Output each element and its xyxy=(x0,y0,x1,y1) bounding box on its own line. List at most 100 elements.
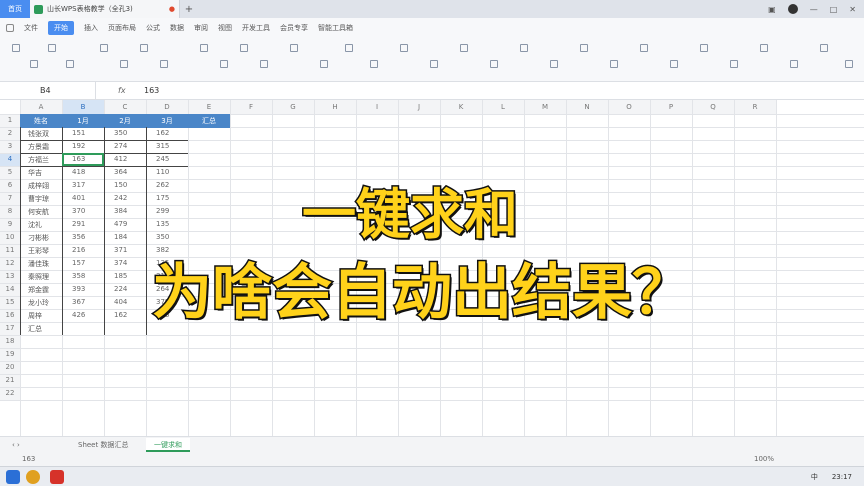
toolbar-icon[interactable] xyxy=(160,60,168,68)
value-cell[interactable]: 412 xyxy=(114,155,146,163)
toolbar-icon[interactable] xyxy=(30,60,38,68)
row-header-21[interactable]: 21 xyxy=(0,374,20,387)
row-header-2[interactable]: 2 xyxy=(0,127,20,140)
row-header-16[interactable]: 16 xyxy=(0,309,20,322)
value-cell[interactable]: 162 xyxy=(156,129,188,137)
row-header-8[interactable]: 8 xyxy=(0,205,20,218)
name-cell[interactable]: 汇总 xyxy=(28,324,60,334)
value-cell[interactable]: 404 xyxy=(114,298,146,306)
column-header-D[interactable]: D xyxy=(146,100,188,114)
value-cell[interactable]: 245 xyxy=(156,155,188,163)
table-header-cell[interactable]: 汇总 xyxy=(188,114,230,128)
toolbar-icon[interactable] xyxy=(345,44,353,52)
value-cell[interactable]: 192 xyxy=(72,142,104,150)
column-header-L[interactable]: L xyxy=(482,100,524,114)
value-cell[interactable]: 418 xyxy=(72,168,104,176)
sheet-tab-summary[interactable]: Sheet 数据汇总 xyxy=(70,438,136,452)
chrome-icon[interactable] xyxy=(26,469,40,484)
value-cell[interactable]: 384 xyxy=(114,207,146,215)
menu-view[interactable]: 视图 xyxy=(218,23,232,33)
column-header-I[interactable]: I xyxy=(356,100,398,114)
toolbar-icon[interactable] xyxy=(670,60,678,68)
toolbar-icon[interactable] xyxy=(240,44,248,52)
table-header-cell[interactable]: 3月 xyxy=(146,114,188,128)
toolbar-icon[interactable] xyxy=(140,44,148,52)
toolbar-icon[interactable] xyxy=(220,60,228,68)
column-header-P[interactable]: P xyxy=(650,100,692,114)
menu-formula[interactable]: 公式 xyxy=(146,23,160,33)
name-cell[interactable]: 王彩琴 xyxy=(28,246,60,256)
value-cell[interactable]: 224 xyxy=(114,285,146,293)
wps-icon[interactable] xyxy=(50,469,64,484)
name-cell[interactable]: 潘佳珠 xyxy=(28,259,60,269)
name-cell[interactable]: 钱张双 xyxy=(28,129,60,139)
row-header-9[interactable]: 9 xyxy=(0,218,20,231)
row-header-11[interactable]: 11 xyxy=(0,244,20,257)
row-header-10[interactable]: 10 xyxy=(0,231,20,244)
home-tab[interactable]: 首页 xyxy=(0,0,30,18)
column-header-A[interactable]: A xyxy=(20,100,62,114)
column-header-R[interactable]: R xyxy=(734,100,776,114)
menu-member[interactable]: 会员专享 xyxy=(280,23,308,33)
name-cell[interactable]: 沈礼 xyxy=(28,220,60,230)
toolbar-icon[interactable] xyxy=(550,60,558,68)
close-tab-icon[interactable]: ● xyxy=(169,5,175,13)
column-header-Q[interactable]: Q xyxy=(692,100,734,114)
value-cell[interactable]: 274 xyxy=(114,142,146,150)
value-cell[interactable]: 426 xyxy=(72,311,104,319)
value-cell[interactable]: 350 xyxy=(156,233,188,241)
row-header-18[interactable]: 18 xyxy=(0,335,20,348)
toolbar-icon[interactable] xyxy=(200,44,208,52)
name-cell[interactable]: 方福兰 xyxy=(28,155,60,165)
column-header-B[interactable]: B xyxy=(62,100,104,114)
toolbar-icon[interactable] xyxy=(430,60,438,68)
toolbar-icon[interactable] xyxy=(100,44,108,52)
menu-review[interactable]: 审阅 xyxy=(194,23,208,33)
value-cell[interactable]: 162 xyxy=(114,311,146,319)
value-cell[interactable]: 364 xyxy=(114,168,146,176)
column-header-F[interactable]: F xyxy=(230,100,272,114)
column-header-E[interactable]: E xyxy=(188,100,230,114)
toolbar-icon[interactable] xyxy=(460,44,468,52)
toolbar-icon[interactable] xyxy=(700,44,708,52)
toolbar-icon[interactable] xyxy=(610,60,618,68)
value-cell[interactable]: 374 xyxy=(114,259,146,267)
column-header-H[interactable]: H xyxy=(314,100,356,114)
row-header-6[interactable]: 6 xyxy=(0,179,20,192)
toolbar-icon[interactable] xyxy=(400,44,408,52)
row-header-1[interactable]: 1 xyxy=(0,114,20,127)
sheet-nav-icon[interactable]: ‹ › xyxy=(4,438,28,452)
toolbar-icon[interactable] xyxy=(66,60,74,68)
value-cell[interactable]: 175 xyxy=(156,194,188,202)
zoom-level[interactable]: 100% xyxy=(754,455,774,463)
toolbar-icon[interactable] xyxy=(490,60,498,68)
value-cell[interactable]: 371 xyxy=(114,246,146,254)
toolbar-icon[interactable] xyxy=(290,44,298,52)
avatar[interactable] xyxy=(787,4,798,14)
toolbar-icon[interactable] xyxy=(48,44,56,52)
value-cell[interactable]: 157 xyxy=(72,259,104,267)
toolbar-icon[interactable] xyxy=(12,44,20,52)
formula-input[interactable]: 163 xyxy=(136,86,159,95)
toolbar-icon[interactable] xyxy=(520,44,528,52)
value-cell[interactable]: 151 xyxy=(72,129,104,137)
value-cell[interactable]: 184 xyxy=(114,233,146,241)
value-cell[interactable]: 393 xyxy=(72,285,104,293)
selected-cell[interactable] xyxy=(62,153,104,166)
table-header-cell[interactable]: 1月 xyxy=(62,114,104,128)
menu-file[interactable]: 文件 xyxy=(24,23,38,33)
column-header-K[interactable]: K xyxy=(440,100,482,114)
row-header-4[interactable]: 4 xyxy=(0,153,20,166)
name-cell[interactable]: 秦照理 xyxy=(28,272,60,282)
value-cell[interactable]: 262 xyxy=(156,181,188,189)
menu-developer[interactable]: 开发工具 xyxy=(242,23,270,33)
layout-icon[interactable]: ▣ xyxy=(768,5,776,14)
name-cell[interactable]: 方景霜 xyxy=(28,142,60,152)
value-cell[interactable]: 358 xyxy=(72,272,104,280)
name-cell[interactable]: 曹宇琼 xyxy=(28,194,60,204)
column-header-O[interactable]: O xyxy=(608,100,650,114)
menu-data[interactable]: 数据 xyxy=(170,23,184,33)
column-header-C[interactable]: C xyxy=(104,100,146,114)
row-header-22[interactable]: 22 xyxy=(0,387,20,400)
maximize-icon[interactable]: □ xyxy=(830,5,838,14)
